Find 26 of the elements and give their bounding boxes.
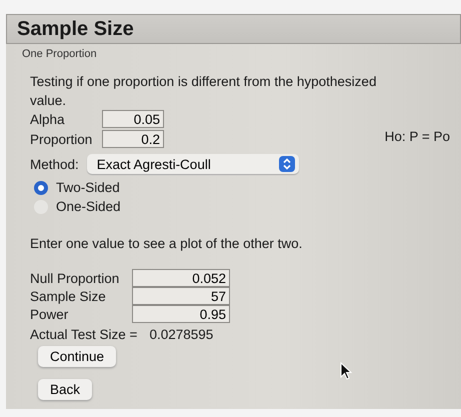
field-label: Power <box>30 306 70 322</box>
hypothesis-text: Ho: P = Po <box>384 128 450 144</box>
stepper-icon <box>278 156 295 172</box>
field-label: Proportion <box>30 132 94 146</box>
method-dropdown[interactable]: Exact Agresti-Coull <box>86 154 299 174</box>
action-button[interactable]: Continue <box>38 346 116 367</box>
field-label: Alpha <box>30 112 66 126</box>
field-label: Sample Size <box>30 288 107 304</box>
panel-title: Sample Size <box>17 18 134 40</box>
radio-option[interactable]: One-Sided <box>34 199 461 214</box>
instruction-text: Enter one value to see a plot of the other two. <box>30 236 304 251</box>
description-text: Testing if one proportion is different from the hypothesized value. <box>30 73 378 110</box>
method-label: Method: <box>30 156 79 172</box>
result-value: 0.0278595 <box>149 327 214 342</box>
input-field[interactable]: 0.05 <box>102 110 164 128</box>
input-field[interactable]: 0.2 <box>102 130 164 148</box>
input-field[interactable]: 0.052 <box>132 269 230 287</box>
action-button[interactable]: Back <box>38 379 92 400</box>
radio-button[interactable] <box>34 180 48 194</box>
radio-option[interactable]: Two-Sided <box>34 180 461 195</box>
pointer-cursor-icon <box>340 362 352 380</box>
panel-subtitle: One Proportion <box>21 47 98 60</box>
field-label: Null Proportion <box>30 270 120 286</box>
input-field[interactable]: 57 <box>132 287 230 305</box>
result-label: Actual Test Size = <box>30 327 138 342</box>
input-field[interactable]: 0.95 <box>132 305 230 323</box>
